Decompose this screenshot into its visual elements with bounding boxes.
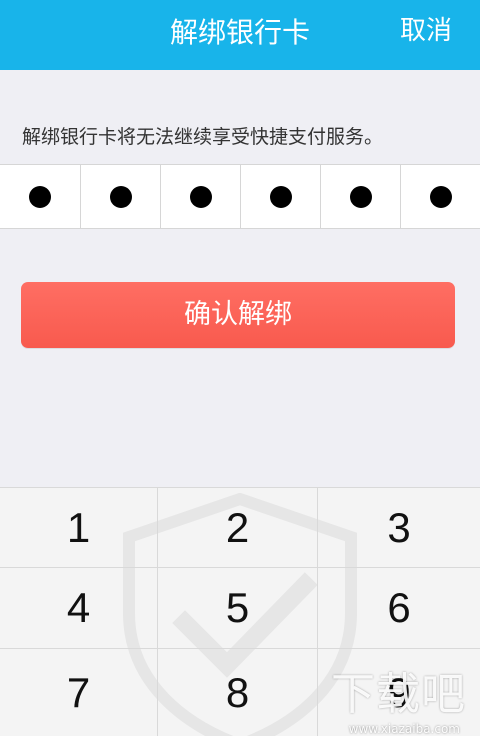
key-8[interactable]: 8 — [158, 649, 318, 736]
key-1[interactable]: 1 — [0, 488, 158, 568]
key-7[interactable]: 7 — [0, 649, 158, 736]
pin-cell — [160, 165, 240, 228]
password-input[interactable] — [0, 164, 480, 229]
pin-dot — [29, 185, 51, 208]
pin-dot — [189, 185, 212, 208]
key-4[interactable]: 4 — [0, 568, 158, 649]
pin-dot — [429, 185, 452, 208]
key-9[interactable]: 9 — [318, 649, 480, 736]
pin-cell — [0, 165, 80, 228]
pin-dot — [349, 185, 372, 208]
pin-dot — [269, 185, 292, 208]
confirm-unbind-button[interactable]: 确认解绑 — [21, 282, 455, 348]
key-6[interactable]: 6 — [318, 568, 480, 649]
title-bar: 解绑银行卡 取消 — [0, 0, 480, 70]
pin-cell — [240, 165, 320, 228]
numeric-keypad: 1 2 3 4 5 6 7 8 9 下载吧 www.xiazaiba.com — [0, 487, 480, 736]
pin-dot — [109, 185, 132, 208]
key-2[interactable]: 2 — [158, 488, 318, 568]
cancel-button[interactable]: 取消 — [400, 0, 452, 70]
keypad-grid: 1 2 3 4 5 6 7 8 9 — [0, 488, 480, 736]
key-3[interactable]: 3 — [318, 488, 480, 568]
unbind-warning-text: 解绑银行卡将无法继续享受快捷支付服务。 — [22, 126, 384, 148]
pin-cell — [320, 165, 400, 228]
pin-cell — [400, 165, 480, 228]
pin-cell — [80, 165, 160, 228]
unbind-card-screen: 解绑银行卡 取消 解绑银行卡将无法继续享受快捷支付服务。 确认解绑 1 2 3 … — [0, 0, 480, 736]
key-5[interactable]: 5 — [158, 568, 318, 649]
